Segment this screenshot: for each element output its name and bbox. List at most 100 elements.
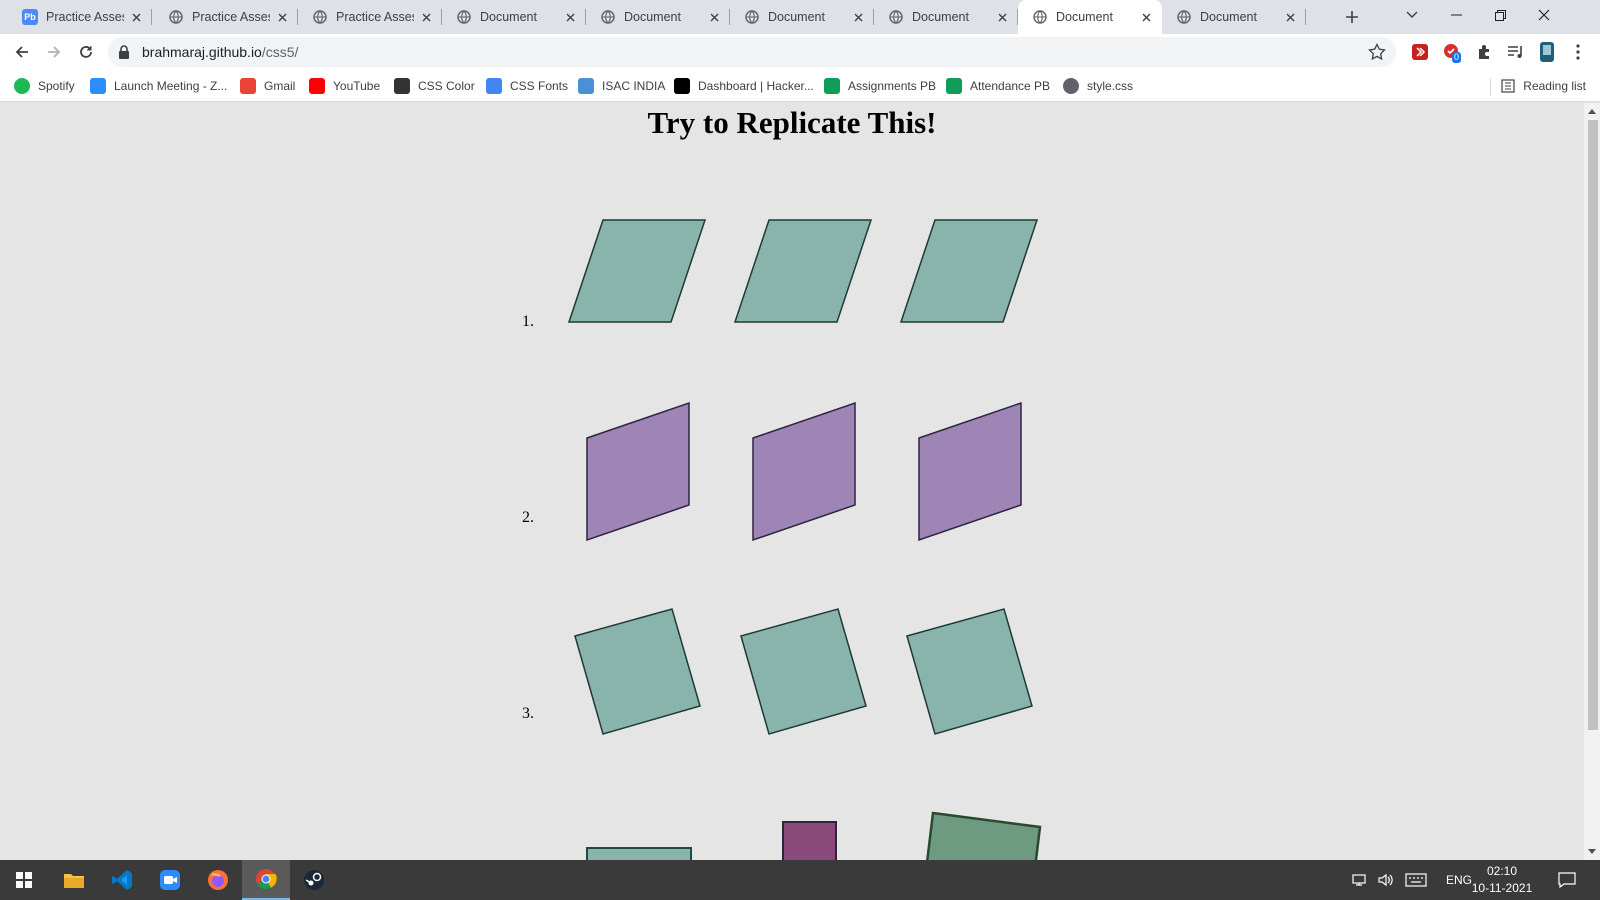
- reload-button[interactable]: [72, 38, 100, 66]
- bookmark-item[interactable]: ISAC INDIA: [578, 76, 665, 96]
- sheets-icon: [824, 78, 840, 94]
- bookmark-label: style.css: [1087, 79, 1134, 93]
- close-tab-icon[interactable]: [128, 9, 144, 25]
- sheets-icon: [946, 78, 962, 94]
- globe-icon: [744, 9, 760, 25]
- globe-icon: [456, 9, 472, 25]
- bookmark-label: Assignments PB: [848, 79, 937, 93]
- close-tab-icon[interactable]: [850, 9, 866, 25]
- tab-search-button[interactable]: [1390, 0, 1434, 30]
- browser-tab[interactable]: Document: [1162, 0, 1306, 34]
- bookmark-item[interactable]: Launch Meeting - Z...: [90, 76, 227, 96]
- more-vert-icon: [1576, 44, 1580, 60]
- browser-tab[interactable]: Pb Practice Assessm: [8, 0, 152, 34]
- globe-icon: [312, 9, 328, 25]
- lock-icon[interactable]: [118, 45, 130, 64]
- media-control-button[interactable]: [1504, 40, 1528, 64]
- globe-icon: [888, 9, 904, 25]
- scrollbar-thumb[interactable]: [1588, 120, 1598, 730]
- zoom-icon: [90, 78, 106, 94]
- taskbar-vscode[interactable]: [98, 860, 146, 900]
- volume-icon[interactable]: [1378, 860, 1394, 900]
- bookmark-label: Spotify: [38, 79, 75, 93]
- url-text[interactable]: brahmaraj.github.io/css5/: [142, 44, 298, 60]
- reading-list-button[interactable]: Reading list: [1501, 76, 1586, 96]
- globe-icon: [1032, 9, 1048, 25]
- tab-title: Document: [768, 10, 825, 24]
- close-tab-icon[interactable]: [418, 9, 434, 25]
- bookmark-item[interactable]: Spotify: [14, 76, 75, 96]
- bookmark-label: Gmail: [264, 79, 296, 93]
- bookmark-item[interactable]: Assignments PB: [824, 76, 936, 96]
- forward-button[interactable]: [40, 38, 68, 66]
- extensions-button[interactable]: [1472, 40, 1496, 64]
- back-button[interactable]: [8, 38, 36, 66]
- row4-shape-3: [926, 811, 1042, 860]
- bookmark-label: CSS Fonts: [510, 79, 569, 93]
- globe-icon: [600, 9, 616, 25]
- chrome-icon: [256, 869, 277, 890]
- notifications-icon[interactable]: [1558, 860, 1576, 900]
- scroll-up-arrow[interactable]: [1587, 106, 1597, 116]
- row3-square-3: [906, 608, 1033, 735]
- reading-list-icon: [1501, 79, 1515, 93]
- new-tab-button[interactable]: [1340, 6, 1364, 28]
- close-tab-icon[interactable]: [994, 9, 1010, 25]
- row1-parallelogram-3: [899, 219, 1039, 323]
- taskbar-firefox[interactable]: [194, 860, 242, 900]
- bookmark-item[interactable]: Attendance PB: [946, 76, 1050, 96]
- pb-icon: Pb: [22, 9, 38, 25]
- address-bar[interactable]: brahmaraj.github.io/css5/: [108, 37, 1396, 67]
- profile-avatar[interactable]: [1535, 40, 1559, 64]
- bookmark-item[interactable]: YouTube: [309, 76, 380, 96]
- extension-badge-count: 0: [1452, 52, 1462, 63]
- playlist-icon: [1508, 46, 1522, 58]
- plus-icon: [1346, 11, 1358, 23]
- bookmark-item[interactable]: style.css: [1063, 76, 1133, 96]
- bookmark-item[interactable]: Dashboard | Hacker...: [674, 76, 814, 96]
- scroll-down-arrow[interactable]: [1587, 846, 1597, 856]
- bookmark-label: CSS Color: [418, 79, 475, 93]
- row3-square-1: [574, 608, 701, 735]
- spotify-icon: [14, 78, 30, 94]
- bookmark-label: Attendance PB: [970, 79, 1051, 93]
- keyboard-icon[interactable]: [1405, 860, 1427, 900]
- restore-button[interactable]: [1478, 0, 1522, 30]
- taskbar-zoom[interactable]: [146, 860, 194, 900]
- bookmark-item[interactable]: Gmail: [240, 76, 295, 96]
- bookmark-item[interactable]: CSS Color: [394, 76, 475, 96]
- browser-tab[interactable]: Document: [874, 0, 1018, 34]
- close-tab-icon[interactable]: [562, 9, 578, 25]
- tab-title: Document: [1200, 10, 1257, 24]
- close-tab-icon[interactable]: [1138, 9, 1154, 25]
- close-tab-icon[interactable]: [274, 9, 290, 25]
- taskbar-steam[interactable]: [290, 860, 338, 900]
- close-tab-icon[interactable]: [706, 9, 722, 25]
- extension-badge-icon[interactable]: 0: [1440, 40, 1464, 64]
- browser-tab[interactable]: Practice Assessm: [298, 0, 442, 34]
- bookmark-label: Launch Meeting - Z...: [114, 79, 228, 93]
- close-window-button[interactable]: [1522, 0, 1566, 30]
- bookmark-item[interactable]: CSS Fonts: [486, 76, 568, 96]
- browser-tab[interactable]: Document: [442, 0, 586, 34]
- browser-tab[interactable]: Practice Assessm: [154, 0, 298, 34]
- bookmark-star-icon[interactable]: [1368, 43, 1386, 66]
- minimize-button[interactable]: [1434, 0, 1478, 30]
- taskbar-chrome[interactable]: [242, 860, 290, 900]
- bookmarks-divider: [1490, 78, 1491, 96]
- close-tab-icon[interactable]: [1282, 9, 1298, 25]
- system-clock[interactable]: 02:10 10-11-2021: [1466, 863, 1538, 897]
- browser-tab[interactable]: Document: [586, 0, 730, 34]
- row4-shape-2: [782, 821, 837, 860]
- browser-tab[interactable]: Document: [1018, 0, 1162, 34]
- start-button[interactable]: [0, 860, 48, 900]
- tab-title: Document: [912, 10, 969, 24]
- pdf-extension-icon[interactable]: [1408, 40, 1432, 64]
- chrome-menu-button[interactable]: [1566, 40, 1590, 64]
- tab-title: Document: [1056, 10, 1113, 24]
- network-icon[interactable]: [1352, 860, 1368, 900]
- browser-tab[interactable]: Document: [730, 0, 874, 34]
- clock-time: 02:10: [1486, 864, 1518, 878]
- taskbar-file-explorer[interactable]: [50, 860, 98, 900]
- file-explorer-icon: [64, 874, 84, 888]
